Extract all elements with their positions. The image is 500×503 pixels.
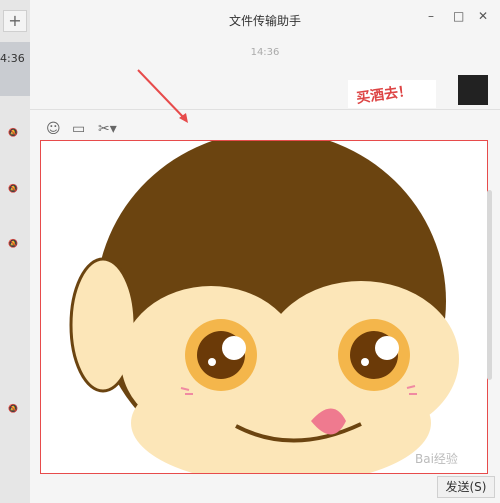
avatar[interactable] xyxy=(458,75,488,105)
emoji-icon[interactable]: ☺ xyxy=(46,121,61,137)
send-button[interactable]: 发送(S) xyxy=(437,476,495,498)
message-editor[interactable] xyxy=(40,140,488,474)
sticker-text: 买酒去！ xyxy=(355,83,413,107)
folder-icon[interactable]: ▭ xyxy=(72,121,85,137)
maximize-icon[interactable]: □ xyxy=(453,9,464,23)
mute-icon: 🔕 xyxy=(8,239,18,248)
mute-icon: 🔕 xyxy=(8,128,18,137)
mute-icon: 🔕 xyxy=(8,404,18,413)
monkey-sticker-image xyxy=(41,141,487,473)
watermark: Bai经验 xyxy=(415,452,458,466)
annotation-arrow xyxy=(137,69,188,123)
chat-main: 文件传输助手 – □ ✕ 14:36 买酒去！ ☺ ▭ ✂▾ Bai经验 发送(… xyxy=(30,0,500,503)
scissors-icon[interactable]: ✂▾ xyxy=(98,121,117,137)
mute-icon: 🔕 xyxy=(8,184,18,193)
add-button[interactable]: + xyxy=(3,10,27,32)
close-icon[interactable]: ✕ xyxy=(478,9,488,23)
message-timestamp: 14:36 xyxy=(250,47,280,58)
editor-scrollbar[interactable] xyxy=(487,190,492,380)
divider xyxy=(30,109,500,110)
chat-time: 4:36 xyxy=(0,52,25,65)
sticker-message[interactable]: 买酒去！ xyxy=(348,80,436,108)
selected-chat[interactable]: 4:36 xyxy=(0,42,30,96)
minimize-icon[interactable]: – xyxy=(428,9,434,23)
left-sidebar: + 4:36 🔕 🔕 🔕 🔕 xyxy=(0,0,30,503)
